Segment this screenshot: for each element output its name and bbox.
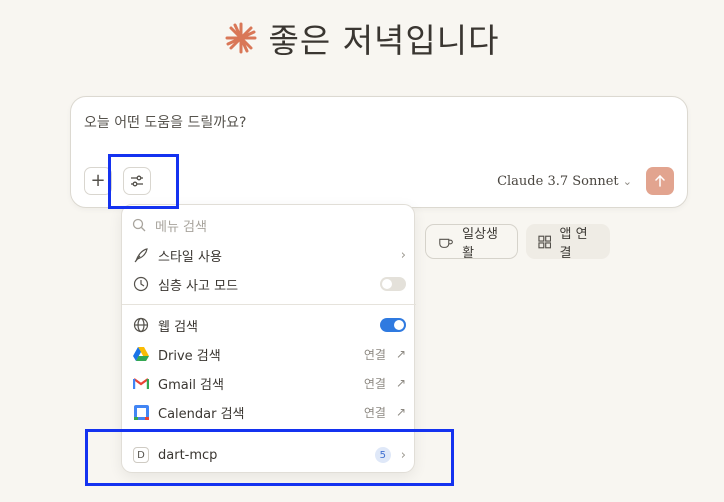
menu-divider [122, 304, 416, 305]
search-icon [132, 218, 146, 232]
menu-search-input[interactable]: 메뉴 검색 [155, 216, 207, 235]
menu-item-label: Drive 검색 [158, 348, 221, 364]
highlight-box-tools-button [108, 154, 179, 209]
model-name: Claude 3.7 Sonnet [497, 174, 619, 189]
feather-icon [132, 246, 150, 264]
web-search-toggle[interactable] [380, 318, 406, 332]
prompt-input[interactable]: 오늘 어떤 도움을 드릴까요? [84, 112, 246, 132]
menu-item-calendar[interactable]: Calendar 검색 연결 ↗ [132, 399, 406, 425]
suggestion-chip-apps[interactable]: 앱 연결 [526, 224, 610, 261]
suggestion-chip-daily[interactable]: 일상생활 [425, 224, 518, 261]
chip-label: 일상생활 [462, 226, 499, 261]
menu-item-label: Calendar 검색 [158, 406, 245, 422]
menu-item-label: Gmail 검색 [158, 377, 224, 393]
grid-icon [538, 235, 552, 248]
external-link-icon: ↗ [395, 347, 406, 361]
arrow-up-icon [655, 175, 665, 187]
connect-link[interactable]: 연결 [364, 346, 386, 363]
google-drive-icon [132, 345, 150, 363]
highlight-box-dart-mcp [85, 429, 454, 486]
deep-thinking-toggle[interactable] [380, 277, 406, 291]
model-selector[interactable]: Claude 3.7 Sonnet ⌄ [497, 174, 632, 189]
clock-icon [132, 275, 150, 293]
coffee-cup-icon [439, 238, 453, 248]
greeting: 좋은 저녁입니다 [0, 14, 724, 62]
chevron-down-icon: ⌄ [622, 175, 632, 188]
menu-item-web-search[interactable]: 웹 검색 [132, 312, 406, 338]
globe-icon [132, 316, 150, 334]
connect-link[interactable]: 연결 [364, 375, 386, 392]
greeting-text: 좋은 저녁입니다 [268, 21, 500, 60]
send-button[interactable] [646, 167, 674, 195]
menu-item-label: 심층 사고 모드 [158, 278, 239, 294]
chip-label: 앱 연결 [559, 226, 588, 261]
menu-search[interactable]: 메뉴 검색 [132, 215, 207, 235]
gmail-icon [132, 374, 150, 392]
menu-item-style[interactable]: 스타일 사용 › [132, 242, 406, 268]
menu-item-label: 웹 검색 [158, 319, 199, 335]
google-calendar-icon [132, 403, 150, 421]
menu-item-gmail[interactable]: Gmail 검색 연결 ↗ [132, 370, 406, 396]
connect-link[interactable]: 연결 [364, 404, 386, 421]
external-link-icon: ↗ [395, 376, 406, 390]
menu-item-deep-thinking[interactable]: 심층 사고 모드 [132, 271, 406, 297]
external-link-icon: ↗ [395, 405, 406, 419]
claude-spark-icon [225, 22, 257, 54]
menu-item-drive[interactable]: Drive 검색 연결 ↗ [132, 341, 406, 367]
menu-item-label: 스타일 사용 [158, 249, 222, 265]
chevron-right-icon: › [400, 247, 406, 263]
